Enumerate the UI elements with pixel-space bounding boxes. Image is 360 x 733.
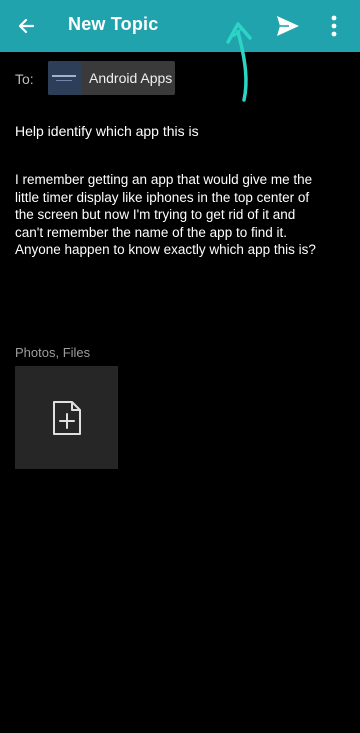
message-body-field[interactable]: I remember getting an app that would giv… bbox=[15, 171, 321, 259]
send-icon bbox=[277, 16, 299, 36]
add-file-icon bbox=[52, 400, 81, 435]
add-file-button[interactable] bbox=[15, 366, 118, 469]
to-label: To: bbox=[15, 71, 34, 87]
arrow-left-icon bbox=[18, 18, 35, 34]
category-thumbnail bbox=[48, 61, 82, 95]
subject-field[interactable]: Help identify which app this is bbox=[15, 123, 345, 139]
category-chip-label: Android Apps bbox=[89, 70, 173, 86]
send-button[interactable] bbox=[272, 10, 304, 42]
more-options-button[interactable] bbox=[322, 10, 346, 42]
more-vertical-icon bbox=[331, 15, 337, 37]
app-bar: New Topic bbox=[0, 0, 360, 52]
page-title: New Topic bbox=[68, 14, 159, 34]
recipient-row: To: Android Apps bbox=[15, 60, 345, 96]
category-chip[interactable]: Android Apps bbox=[48, 61, 175, 95]
back-button[interactable] bbox=[12, 12, 40, 40]
attachments-label: Photos, Files bbox=[15, 345, 91, 360]
